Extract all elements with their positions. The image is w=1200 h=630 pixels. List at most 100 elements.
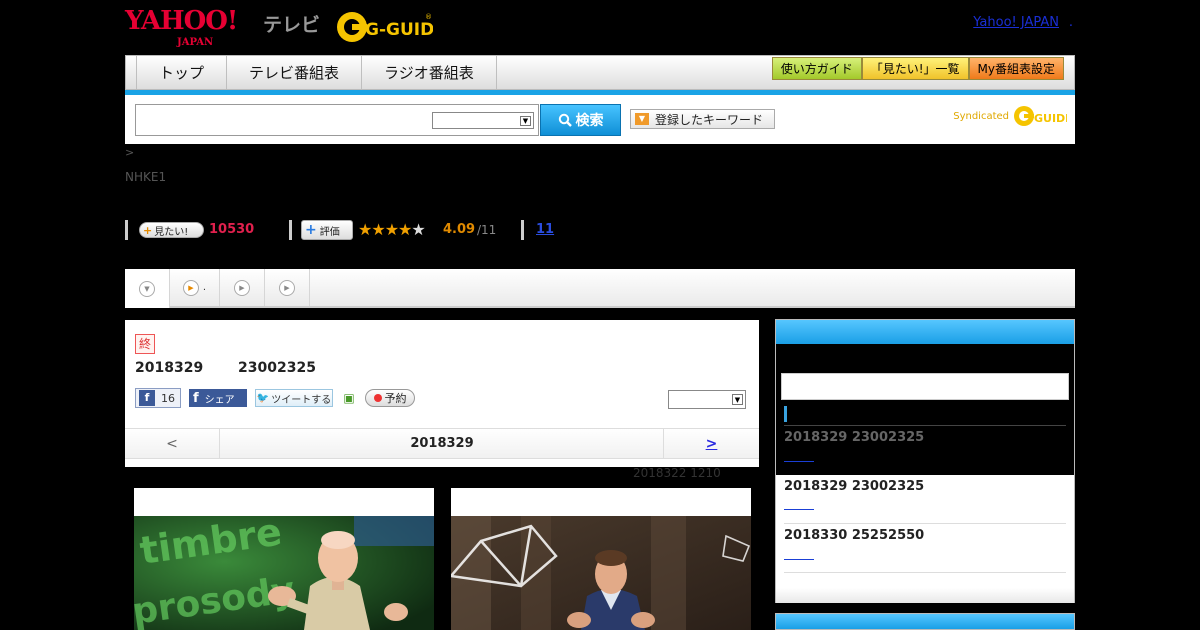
star-icon: ★ [371, 220, 385, 239]
channel-name: NHKE1 [125, 170, 167, 184]
chevron-down-circle-icon: ▼ [139, 280, 155, 297]
facebook-share-button[interactable]: f シェア [189, 389, 247, 407]
star-icon: ★ [384, 220, 399, 239]
header-dot: . [1068, 15, 1073, 30]
star-icon: ★ [411, 220, 425, 239]
reserve-label: 予約 [384, 392, 407, 405]
facebook-count-value: 16 [161, 391, 175, 405]
video-thumbnail-1[interactable]: timbre prosody [134, 488, 434, 630]
air-time: 23002325 [238, 360, 316, 376]
gguide-mini-logo: GUIDE [1014, 106, 1067, 126]
nav-tab-top[interactable]: トップ [136, 56, 226, 89]
rating-count: /11 [477, 223, 497, 237]
want-to-watch-button[interactable]: + 見たい! [139, 222, 204, 238]
gguide-logo-text: G-GUIDE [365, 20, 433, 40]
gguide-logo[interactable]: G-GUIDE ® [335, 10, 433, 44]
plus-icon: + [143, 223, 153, 237]
play-circle-icon: ▶ [279, 279, 295, 296]
search-category-select[interactable]: ▼ [432, 112, 534, 129]
current-date: 2018329 [410, 436, 474, 451]
stats-divider [289, 220, 292, 240]
social-buttons: f 16 f シェア 🐦 ツイートする ▣ 予約 [135, 388, 415, 408]
video-thumbnail-2[interactable] [451, 488, 751, 630]
broadcast-schedule-link[interactable] [784, 461, 814, 462]
want-to-watch-count: 10530 [209, 222, 255, 237]
broadcast-schedule-item[interactable]: 2018329 23002325 [784, 479, 924, 494]
yahoo-japan-link[interactable]: Yahoo! JAPAN [973, 15, 1059, 30]
play-circle-icon: ▶ [182, 279, 199, 296]
search-button-label: 検索 [575, 113, 604, 129]
previous-date-button[interactable]: < [125, 429, 220, 458]
rate-button[interactable]: + 評価 [301, 220, 353, 240]
reserve-button[interactable]: 予約 [365, 389, 415, 407]
tweet-button[interactable]: 🐦 ツイートする [255, 389, 333, 407]
facebook-like-count[interactable]: f 16 [135, 388, 181, 408]
record-dot-icon [373, 394, 382, 402]
stats-divider [125, 220, 128, 240]
sidebar-divider [784, 523, 1066, 524]
twitter-bird-icon: 🐦 [256, 392, 270, 404]
tweet-label: ツイートする [271, 394, 332, 406]
nav-tab-radio-schedule[interactable]: ラジオ番組表 [361, 56, 497, 89]
facebook-icon: f [193, 390, 199, 406]
gguide-mini-logo-text: GUIDE [1034, 112, 1067, 125]
program-stats: + 見たい! 10530 + 評価 ★★★★★ 4.09 /11 11 [125, 220, 645, 240]
program-action-select[interactable]: ▼ [668, 390, 746, 409]
plus-icon: + [305, 222, 317, 238]
sidebar-search-field[interactable] [781, 373, 1069, 400]
broadcast-schedule-link[interactable] [784, 509, 814, 510]
triangle-down-icon: ▼ [635, 113, 649, 125]
date-navigation: < 2018329 > [125, 428, 759, 459]
rate-button-label: 評価 [319, 226, 340, 238]
search-bar: ▼ 検索 ▼ 登録したキーワード Syndicated GUIDE [125, 95, 1075, 144]
my-schedule-settings-button[interactable]: My番組表設定 [968, 57, 1064, 80]
next-date-link[interactable]: > [663, 429, 759, 458]
site-brand[interactable]: YAHOO! JAPAN テレビ G-GUIDE ® [125, 4, 445, 48]
yahoo-japan-logo[interactable]: YAHOO! JAPAN [125, 8, 238, 48]
facebook-icon: f [139, 390, 155, 406]
chevron-down-icon: ▼ [520, 116, 531, 126]
search-button[interactable]: 検索 [540, 104, 621, 136]
tab-video-3[interactable]: ▶ [265, 269, 310, 306]
tab-program-detail[interactable]: ▼ [125, 269, 170, 308]
star-icon: ★ [398, 220, 412, 239]
comment-count-link[interactable]: 11 [536, 222, 554, 237]
nav-buttons: 使い方ガイド 「見たい!」一覧 My番組表設定 [771, 57, 1064, 80]
sidebar-broadcast-panel: 2018329 23002325 2018329 23002325 201833… [775, 319, 1075, 603]
main-nav: トップ テレビ番組表 ラジオ番組表 使い方ガイド 「見たい!」一覧 My番組表設… [125, 55, 1075, 90]
sidebar-header [776, 320, 1074, 344]
program-tab-bar: ▼ ▶ . ▶ ▶ [125, 269, 1075, 308]
sidebar-next-panel-header [775, 613, 1075, 630]
broadcast-ended-badge: 終 [135, 334, 155, 354]
chevron-down-icon: ▼ [732, 394, 743, 405]
star-icon: ★ [358, 220, 372, 239]
play-circle-icon: ▶ [234, 279, 250, 296]
want-to-watch-label: 見たい! [154, 226, 189, 238]
usage-guide-button[interactable]: 使い方ガイド [771, 57, 862, 80]
tv-logo: テレビ [263, 14, 321, 36]
tab-video-1-label: . [202, 282, 207, 293]
page: YAHOO! JAPAN テレビ G-GUIDE ® Yahoo! JAPAN … [125, 0, 1075, 630]
rating-value: 4.09 [443, 222, 476, 237]
registered-keywords-label: 登録したキーワード [655, 112, 764, 127]
previous-broadcast-caption: 2018322 1210 [633, 466, 721, 480]
speaker-photo-2 [451, 516, 751, 630]
tab-video-1[interactable]: ▶ . [170, 269, 220, 306]
tab-video-2[interactable]: ▶ [220, 269, 265, 306]
broadcast-schedule-item[interactable]: 2018330 25252550 [784, 528, 924, 543]
registered-keywords-button[interactable]: ▼ 登録したキーワード [630, 109, 775, 129]
broadcast-schedule-link[interactable] [784, 559, 814, 560]
air-date: 2018329 [135, 360, 204, 376]
add-calendar-icon[interactable]: ▣ [341, 390, 357, 406]
syndicated-label: Syndicated [953, 110, 1009, 122]
svg-text:®: ® [425, 13, 432, 21]
breadcrumb[interactable]: > [125, 146, 134, 159]
sidebar-divider [784, 572, 1066, 573]
sidebar-schedule-list: 2018329 23002325 2018330 25252550 [776, 475, 1074, 588]
speaker-photo-1: timbre prosody [134, 516, 434, 630]
broadcast-schedule-item[interactable]: 2018329 23002325 [784, 430, 924, 445]
nav-tabs: トップ テレビ番組表 ラジオ番組表 [136, 56, 497, 89]
nav-tab-tv-schedule[interactable]: テレビ番組表 [226, 56, 361, 89]
search-icon [558, 113, 572, 127]
want-list-button[interactable]: 「見たい!」一覧 [861, 57, 969, 80]
